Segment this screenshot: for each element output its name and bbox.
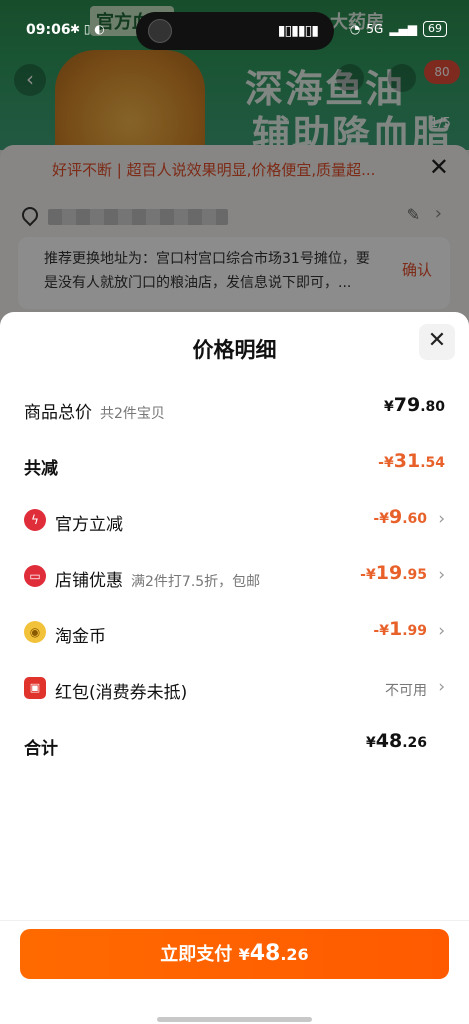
album-thumb-icon [148, 19, 172, 43]
value-dec: .60 [402, 511, 427, 527]
currency-symbol: ¥ [238, 945, 250, 964]
shop-discount-value: -¥19.95 [360, 562, 427, 584]
currency-symbol: -¥ [373, 511, 389, 527]
value-dec: .99 [402, 623, 427, 639]
red-packet-label: 红包(消费券未抵) [55, 683, 188, 703]
goods-total-count: 共2件宝贝 [100, 406, 165, 422]
chevron-right-icon: › [438, 509, 445, 529]
currency-symbol: ¥ [383, 399, 394, 415]
row-red-packet[interactable]: ▣ 红包(消费券未抵) 不可用 › [24, 674, 445, 704]
shop-discount-desc: 满2件打7.5折，包邮 [131, 574, 261, 590]
value-dec: .54 [420, 455, 445, 471]
close-icon: ✕ [427, 328, 447, 353]
shop-discount-label: 店铺优惠 满2件打7.5折，包邮 [55, 566, 260, 591]
currency-symbol: ¥ [365, 735, 376, 751]
value-dec: .95 [402, 567, 427, 583]
red-packet-icon: ▣ [24, 677, 46, 699]
status-right-icons: ◔ 5G ▂▄▆ 69 [350, 21, 447, 37]
shop-discount-text: 店铺优惠 [55, 571, 123, 591]
chevron-right-icon: › [438, 677, 445, 697]
taojinbi-value: -¥1.99 [373, 618, 427, 640]
goods-total-label: 商品总价 共2件宝贝 [24, 398, 165, 423]
red-packet-status: 不可用 [385, 683, 427, 699]
row-taojinbi[interactable]: ◉ 淘金币 -¥1.99 › [24, 618, 445, 648]
row-official-reduce[interactable]: ϟ 官方立减 -¥9.60 › [24, 506, 445, 536]
value-int: 48 [249, 941, 281, 966]
value-int: 79 [393, 394, 421, 416]
sum-value: ¥48.26 [366, 730, 427, 752]
network-label: 5G [366, 22, 384, 36]
home-indicator[interactable] [157, 1017, 312, 1022]
signal-icon: ▂▄▆ [389, 22, 417, 36]
currency-symbol: -¥ [360, 567, 376, 583]
currency-symbol: -¥ [373, 623, 389, 639]
bottom-bar: 立即支付 ¥48.26 [0, 920, 469, 1024]
row-total-reduce: 共减 -¥31.54 [24, 450, 445, 480]
battery-icon: 69 [423, 21, 447, 37]
sum-label: 合计 [24, 739, 58, 759]
total-reduce-label: 共减 [24, 459, 58, 479]
value-int: 19 [375, 562, 403, 584]
status-time: 09:06 [26, 22, 71, 38]
pay-now-button[interactable]: 立即支付 ¥48.26 [20, 929, 449, 979]
pay-button-label: 立即支付 [160, 944, 233, 965]
taojinbi-label: 淘金币 [55, 627, 106, 647]
currency-symbol: -¥ [378, 455, 394, 471]
shop-icon: ▭ [24, 565, 46, 587]
dynamic-island: ▮▯▮▮▯▮ [136, 12, 334, 50]
chevron-right-icon: › [438, 621, 445, 641]
row-goods-total: 商品总价 共2件宝贝 ¥79.80 [24, 394, 445, 424]
value-int: 31 [393, 450, 421, 472]
row-sum: 合计 ¥48.26 [24, 730, 445, 760]
sheet-title: 价格明细 [192, 338, 277, 362]
value-dec: .80 [420, 399, 445, 415]
audio-wave-icon: ▮▯▮▮▯▮ [277, 23, 319, 39]
lightning-icon: ϟ [24, 509, 46, 531]
goods-total-text: 商品总价 [24, 403, 92, 423]
status-bar: 09:06 ✱ ▯ ◐ ▮▯▮▮▯▮ ◔ 5G ▂▄▆ 69 [0, 0, 469, 50]
value-int: 48 [375, 730, 403, 752]
value-dec: .26 [402, 735, 427, 751]
total-reduce-value: -¥31.54 [378, 450, 445, 472]
row-shop-discount[interactable]: ▭ 店铺优惠 满2件打7.5折，包邮 -¥19.95 › [24, 562, 445, 592]
value-int: 1 [388, 618, 403, 640]
chevron-right-icon: › [438, 565, 445, 585]
goods-total-value: ¥79.80 [384, 394, 445, 416]
close-button[interactable]: ✕ [419, 324, 455, 360]
price-detail-sheet: 价格明细 ✕ 商品总价 共2件宝贝 ¥79.80 共减 -¥31.54 ϟ 官方立… [0, 312, 469, 1024]
wifi-icon: ◔ [349, 22, 361, 36]
value-int: 9 [388, 506, 403, 528]
official-reduce-value: -¥9.60 [373, 506, 427, 528]
status-left-icons: ✱ ▯ ◐ [70, 22, 105, 36]
value-dec: .26 [280, 945, 309, 964]
coin-icon: ◉ [24, 621, 46, 643]
official-reduce-label: 官方立减 [55, 515, 123, 535]
